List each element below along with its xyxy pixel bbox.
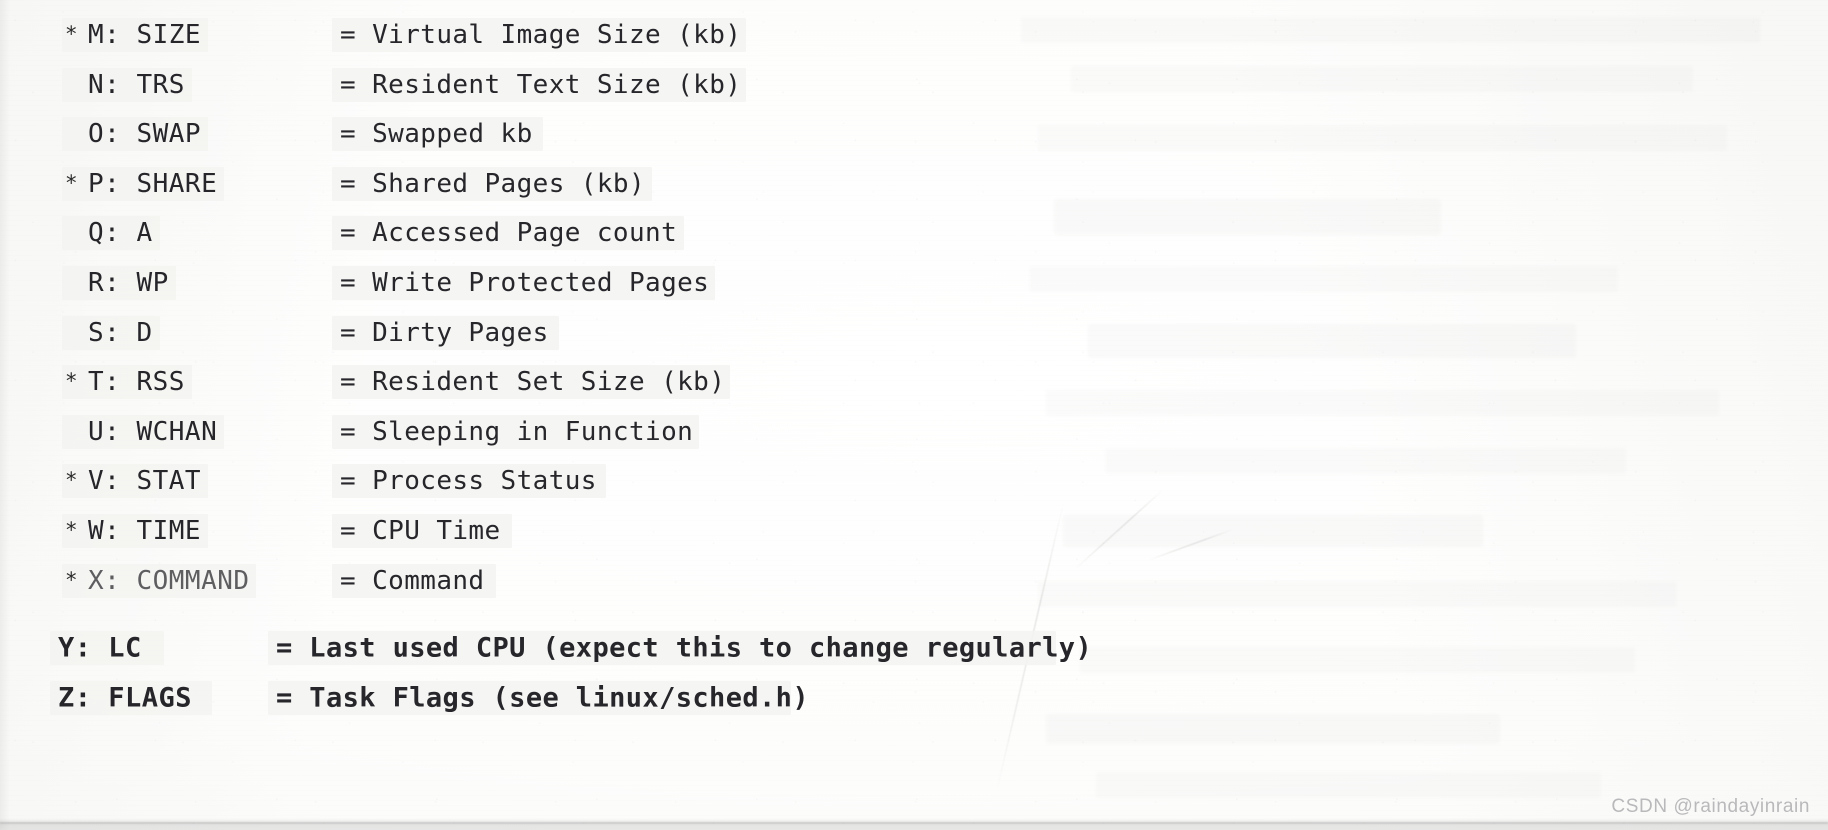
csdn-watermark: CSDN @raindayinrain bbox=[1611, 796, 1810, 817]
field-description: = Task Flags (see linux/sched.h) bbox=[276, 682, 809, 714]
field-code: X: COMMAND bbox=[88, 565, 250, 596]
asterisk-marker-icon: * bbox=[66, 518, 77, 543]
field-description: = Write Protected Pages bbox=[340, 268, 710, 298]
field-row: Y: LC = Last used CPU (expect this to cha… bbox=[0, 623, 1828, 673]
field-row: * P: SHARE = Shared Pages (kb) bbox=[0, 159, 1828, 209]
field-description: = Resident Set Size (kb) bbox=[340, 367, 726, 398]
field-row: Q: A = Accessed Page count bbox=[0, 208, 1828, 258]
field-row: N: TRS = Resident Text Size (kb) bbox=[0, 60, 1828, 110]
field-row: * V: STAT = Process Status bbox=[0, 456, 1828, 506]
field-description: = Shared Pages (kb) bbox=[340, 168, 646, 199]
field-description: = Virtual Image Size (kb) bbox=[340, 20, 742, 50]
field-row: R: WP = Write Protected Pages bbox=[0, 258, 1828, 308]
field-code: M: SIZE bbox=[88, 20, 202, 50]
field-row: * X: COMMAND = Command bbox=[0, 556, 1828, 606]
asterisk-marker-icon: * bbox=[66, 170, 77, 195]
field-description: = Process Status bbox=[340, 466, 597, 497]
field-row: * W: TIME = CPU Time bbox=[0, 506, 1828, 556]
field-code: V: STAT bbox=[88, 466, 202, 497]
field-code: Z: FLAGS bbox=[58, 682, 193, 714]
asterisk-marker-icon: * bbox=[66, 468, 77, 493]
field-description: = Dirty Pages bbox=[340, 317, 549, 348]
asterisk-marker-icon: * bbox=[66, 22, 77, 47]
field-code: S: D bbox=[88, 317, 153, 348]
top-field-legend-list: * M: SIZE = Virtual Image Size (kb) N: TRS =… bbox=[0, 0, 1828, 830]
field-row: Z: FLAGS = Task Flags (see linux/sched.h) bbox=[0, 673, 1828, 723]
field-description: = Resident Text Size (kb) bbox=[340, 69, 742, 100]
field-description: = Last used CPU (expect this to change r… bbox=[276, 632, 1093, 664]
field-description: = Swapped kb bbox=[340, 119, 533, 150]
asterisk-marker-icon: * bbox=[66, 567, 77, 592]
field-row: * M: SIZE = Virtual Image Size (kb) bbox=[0, 10, 1828, 60]
field-row: O: SWAP = Swapped kb bbox=[0, 109, 1828, 159]
field-code: R: WP bbox=[88, 268, 169, 298]
field-code: O: SWAP bbox=[88, 119, 202, 150]
asterisk-marker-icon: * bbox=[66, 369, 77, 394]
field-description: = Accessed Page count bbox=[340, 218, 678, 249]
scanned-page: * M: SIZE = Virtual Image Size (kb) N: TRS =… bbox=[0, 0, 1828, 830]
field-code: Q: A bbox=[88, 218, 153, 249]
field-code: T: RSS bbox=[88, 367, 185, 398]
field-code: P: SHARE bbox=[88, 168, 218, 199]
field-code: N: TRS bbox=[88, 69, 185, 100]
field-code: U: WCHAN bbox=[88, 416, 218, 447]
field-description: = CPU Time bbox=[340, 516, 501, 546]
field-code: W: TIME bbox=[88, 516, 202, 546]
field-row: S: D = Dirty Pages bbox=[0, 308, 1828, 358]
field-code: Y: LC bbox=[58, 632, 142, 664]
field-row: U: WCHAN = Sleeping in Function bbox=[0, 407, 1828, 457]
field-description: = Sleeping in Function bbox=[340, 416, 694, 447]
field-description: = Command bbox=[340, 565, 485, 596]
field-row: * T: RSS = Resident Set Size (kb) bbox=[0, 357, 1828, 407]
